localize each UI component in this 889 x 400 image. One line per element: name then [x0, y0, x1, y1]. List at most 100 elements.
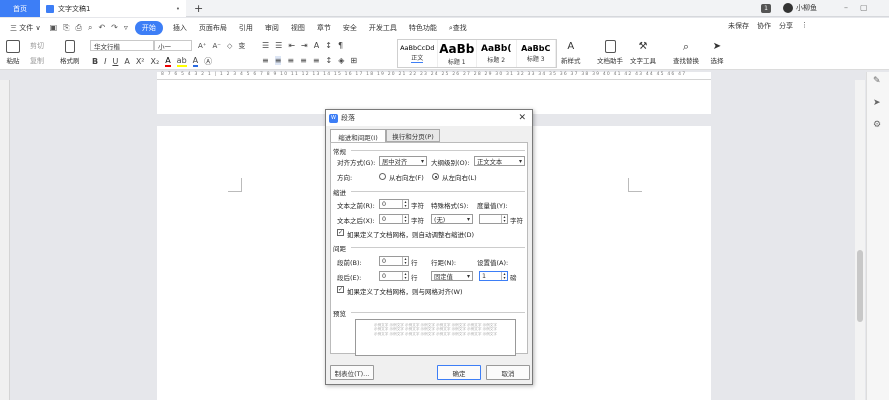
- radio-rtl[interactable]: [379, 173, 386, 180]
- menu-start[interactable]: 开始: [134, 20, 163, 35]
- scrollbar-thumb[interactable]: [857, 250, 863, 322]
- underline-icon[interactable]: U: [112, 57, 118, 66]
- redo-icon[interactable]: ↷: [108, 23, 121, 32]
- superscript-icon[interactable]: X²: [136, 57, 145, 66]
- doc-assistant-button[interactable]: 文档助手: [597, 40, 623, 65]
- italic-icon[interactable]: I: [104, 57, 106, 66]
- cut-button[interactable]: 剪切: [30, 41, 44, 51]
- preview-icon[interactable]: ⌕: [85, 23, 95, 33]
- bullets-icon[interactable]: ☰: [262, 41, 269, 50]
- close-tab-icon[interactable]: •: [176, 5, 180, 13]
- char-border-icon[interactable]: Ⓐ: [204, 56, 212, 67]
- minimize-icon[interactable]: –: [844, 3, 848, 12]
- sort-icon[interactable]: ↕: [325, 41, 332, 50]
- grow-font-icon[interactable]: A⁺: [198, 42, 206, 50]
- style-heading-2[interactable]: AaBb( 标题 2: [477, 40, 517, 67]
- find-replace-button[interactable]: ⌕ 查找替换: [673, 40, 699, 65]
- numbering-icon[interactable]: ☰: [275, 41, 282, 50]
- menu-page-layout[interactable]: 页面布局: [193, 23, 233, 33]
- set-value-input[interactable]: 1 ▴ ▾: [479, 271, 508, 281]
- radio-ltr[interactable]: [432, 173, 439, 180]
- tab-home[interactable]: 首页: [0, 0, 40, 17]
- menu-view[interactable]: 视图: [285, 23, 311, 33]
- style-heading-1[interactable]: AaBb 标题 1: [438, 40, 477, 67]
- font-color-icon[interactable]: A: [165, 56, 171, 67]
- shading-icon[interactable]: ◈: [338, 56, 344, 65]
- borders-icon[interactable]: ⊞: [350, 56, 357, 65]
- menu-developer[interactable]: 开发工具: [363, 23, 403, 33]
- menu-security[interactable]: 安全: [337, 23, 363, 33]
- space-after-unit[interactable]: 行: [411, 272, 418, 282]
- copy-button[interactable]: 复制: [30, 56, 44, 66]
- line-spacing-icon[interactable]: ↕: [326, 56, 333, 65]
- show-marks-icon[interactable]: ¶: [338, 41, 343, 50]
- collaborate-button[interactable]: 协作: [757, 21, 771, 31]
- space-before-unit[interactable]: 行: [411, 257, 418, 267]
- after-text-input[interactable]: 0 ▴ ▾: [379, 214, 409, 224]
- restore-icon[interactable]: ▢: [860, 3, 868, 12]
- close-icon[interactable]: ✕: [518, 113, 526, 123]
- text-color-icon[interactable]: A: [192, 56, 199, 67]
- font-name-select[interactable]: 华文行楷: [90, 40, 154, 51]
- increase-indent-icon[interactable]: ⇥: [301, 41, 308, 50]
- menu-search[interactable]: ⌕查找: [443, 23, 473, 33]
- distribute-icon[interactable]: ≡: [313, 56, 320, 65]
- user-account[interactable]: 小柳鱼: [783, 3, 817, 13]
- after-text-unit[interactable]: 字符: [411, 215, 424, 225]
- special-format-select[interactable]: (无): [431, 214, 473, 224]
- style-normal[interactable]: AaBbCcDd 正文: [398, 40, 438, 67]
- paste-button[interactable]: 粘贴: [6, 40, 20, 65]
- set-value-unit[interactable]: 磅: [510, 272, 517, 282]
- outline-level-select[interactable]: 正文文本: [474, 156, 525, 166]
- highlight-icon[interactable]: ab: [176, 56, 187, 67]
- spinner-arrows-icon[interactable]: ▴ ▾: [402, 272, 408, 280]
- space-after-input[interactable]: 0 ▴ ▾: [379, 271, 409, 281]
- notification-badge[interactable]: 1: [761, 4, 771, 13]
- before-text-input[interactable]: 0 ▴ ▾: [379, 199, 409, 209]
- align-select[interactable]: 居中对齐: [379, 156, 427, 166]
- new-style-button[interactable]: A 新样式: [561, 40, 581, 65]
- more-icon[interactable]: ⋮: [801, 21, 808, 31]
- unsaved-status[interactable]: 未保存: [728, 21, 749, 31]
- before-text-unit[interactable]: 字符: [411, 200, 424, 210]
- style-heading-3[interactable]: AaBbC 标题 3: [517, 40, 556, 67]
- tabs-button[interactable]: 制表位(T)...: [330, 365, 374, 380]
- menu-chapter[interactable]: 章节: [311, 23, 337, 33]
- menu-review[interactable]: 审阅: [259, 23, 285, 33]
- justify-icon[interactable]: ≡: [300, 56, 307, 65]
- menu-insert[interactable]: 插入: [167, 23, 193, 33]
- decrease-indent-icon[interactable]: ⇤: [288, 41, 295, 50]
- vertical-ruler[interactable]: [0, 80, 10, 400]
- spinner-arrows-icon[interactable]: ▴ ▾: [402, 200, 408, 208]
- snap-to-grid-checkbox[interactable]: ✓: [337, 286, 344, 293]
- tab-line-page-breaks[interactable]: 换行和分页(P): [386, 129, 440, 142]
- text-tools-button[interactable]: ⚒ 文字工具: [630, 40, 656, 65]
- measure-input[interactable]: ▴ ▾: [479, 214, 508, 224]
- line-spacing-select[interactable]: 固定值: [431, 271, 473, 281]
- pointer-icon[interactable]: ➤: [873, 98, 884, 109]
- select-button[interactable]: ➤ 选择: [710, 40, 724, 65]
- subscript-icon[interactable]: X₂: [151, 57, 160, 66]
- cancel-button[interactable]: 取消: [486, 365, 530, 380]
- ok-button[interactable]: 确定: [437, 365, 481, 380]
- align-center-icon[interactable]: ≡: [274, 56, 282, 65]
- bold-icon[interactable]: B: [92, 57, 98, 66]
- export-icon[interactable]: ⎘: [60, 23, 72, 33]
- spinner-arrows-icon[interactable]: ▴ ▾: [501, 215, 507, 223]
- menu-file[interactable]: 三 文件 ∨: [4, 23, 47, 33]
- measure-unit[interactable]: 字符: [510, 215, 523, 225]
- chinese-layout-icon[interactable]: A: [314, 41, 319, 50]
- spinner-arrows-icon[interactable]: ▴ ▾: [402, 215, 408, 223]
- spinner-arrows-icon[interactable]: ▴ ▾: [501, 272, 507, 280]
- pen-icon[interactable]: ✎: [873, 76, 884, 87]
- tab-document[interactable]: 文字文稿1 •: [40, 0, 186, 17]
- pinyin-icon[interactable]: 变: [238, 41, 245, 51]
- clear-format-icon[interactable]: ◇: [227, 42, 232, 50]
- strikethrough-icon[interactable]: A: [124, 57, 129, 66]
- print-icon[interactable]: ⎙: [73, 23, 85, 33]
- vertical-scrollbar[interactable]: [855, 80, 865, 400]
- share-button[interactable]: 分享: [779, 21, 793, 31]
- tab-indent-spacing[interactable]: 缩进和间距(I): [330, 129, 386, 143]
- undo-icon[interactable]: ↶: [95, 23, 108, 32]
- align-right-icon[interactable]: ≡: [287, 56, 294, 65]
